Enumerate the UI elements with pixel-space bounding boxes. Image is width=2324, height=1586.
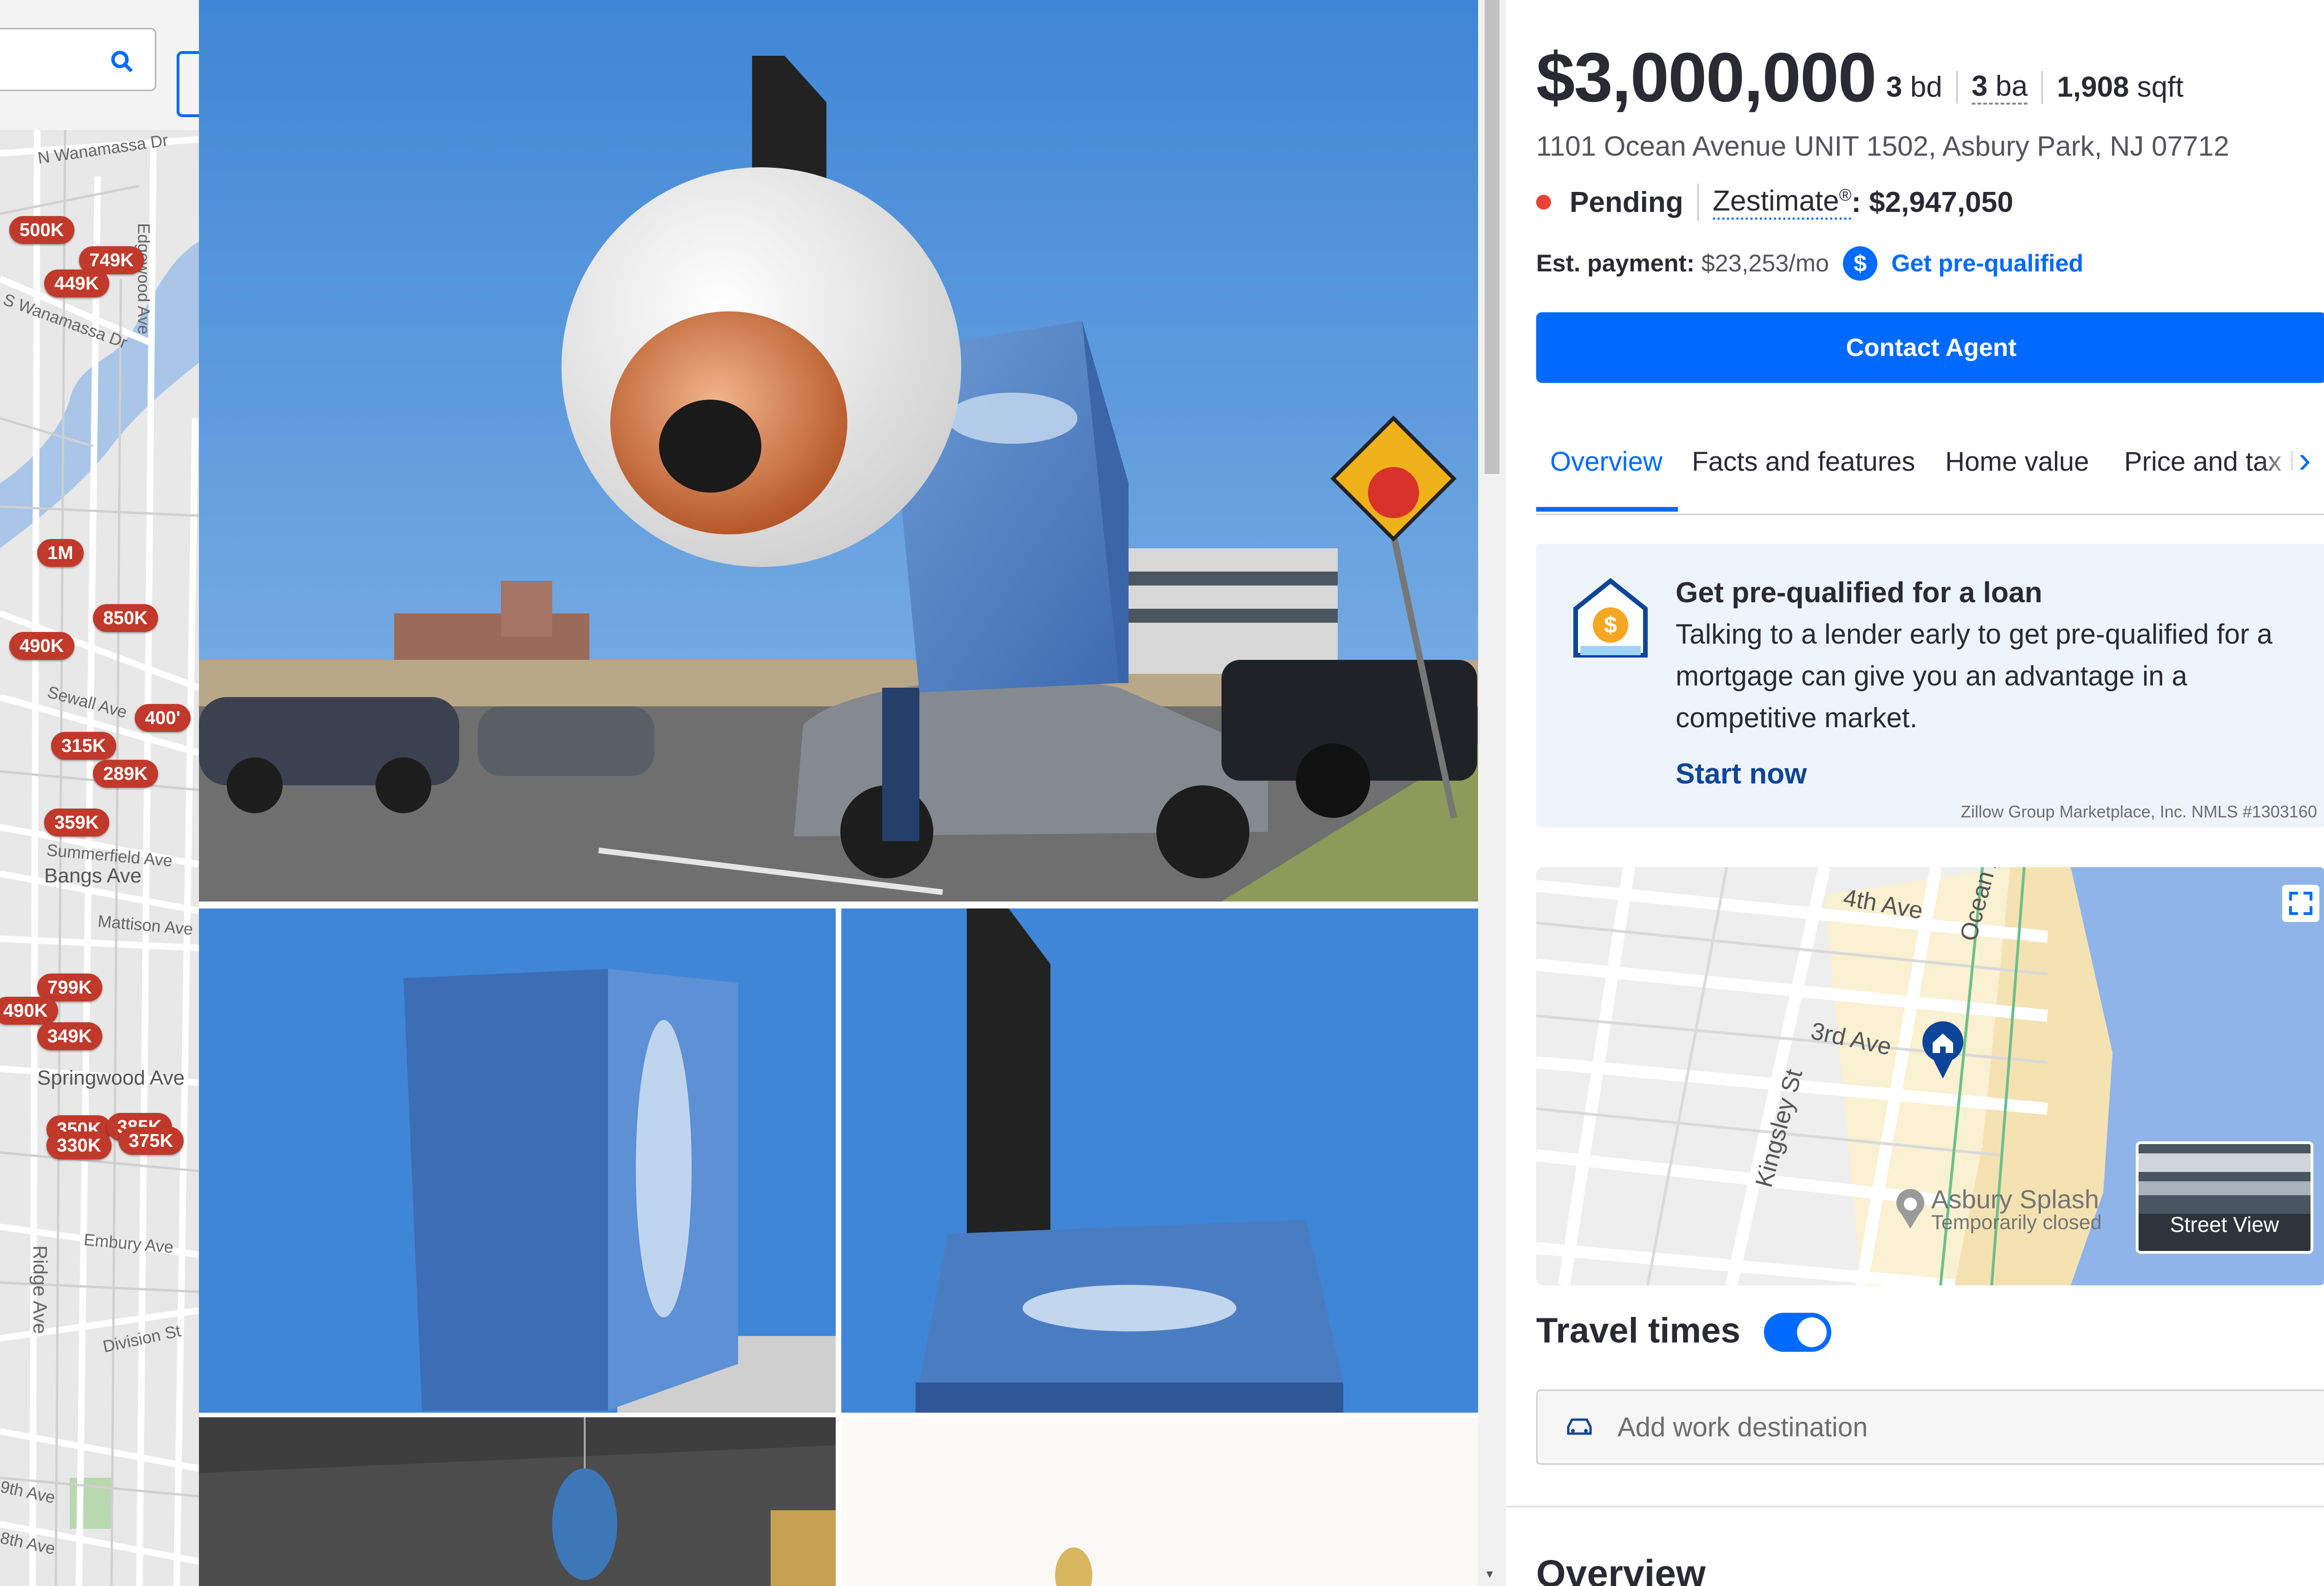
price-pin[interactable]: 449K: [44, 270, 109, 297]
zestimate-link[interactable]: Zestimate®: [1712, 184, 1852, 220]
price-pin[interactable]: 490K: [0, 997, 58, 1025]
start-now-link[interactable]: Start now: [1676, 757, 1807, 790]
map-search-input[interactable]: [0, 28, 156, 91]
detail-tabs: Overview Facts and features Home value P…: [1536, 416, 2324, 515]
map-filter-button[interactable]: [177, 51, 199, 117]
poi-marker-icon: [1896, 1189, 1924, 1229]
price-pin[interactable]: 315K: [51, 732, 116, 760]
car-icon: [1567, 1418, 1592, 1435]
street-view-label: Street View: [2170, 1212, 2279, 1237]
street-view-button[interactable]: Street View: [2136, 1141, 2313, 1254]
street-label: Ridge Ave: [29, 1245, 51, 1334]
status-row: Pending Zestimate® : $2,947,050: [1536, 184, 2013, 221]
page-scrollbar[interactable]: ▾: [1478, 0, 1506, 1586]
nmls-disclaimer: Zillow Group Marketplace, Inc. NMLS #130…: [1961, 802, 2317, 821]
status-text: Pending: [1570, 186, 1684, 218]
scroll-down-arrow-icon[interactable]: ▾: [1486, 1566, 1493, 1581]
map-search-bar: [0, 0, 199, 130]
listing-price: $3,000,000: [1536, 38, 1877, 116]
payment-row: Est. payment: $23,253/mo $ Get pre-quali…: [1536, 246, 2083, 281]
price-pin[interactable]: 490K: [9, 632, 74, 660]
price-pin[interactable]: 359K: [44, 809, 109, 836]
zestimate-label: Zestimate: [1712, 185, 1839, 217]
status-dot-icon: [1536, 195, 1551, 210]
price-pin[interactable]: 500K: [9, 216, 74, 244]
svg-text:$: $: [1604, 612, 1617, 638]
price-pin[interactable]: 400': [135, 704, 191, 732]
dollar-icon: $: [1843, 246, 1878, 281]
work-destination-input[interactable]: [1617, 1411, 2269, 1443]
poi-status: Temporarily closed: [1931, 1211, 2102, 1234]
travel-times-toggle[interactable]: [1764, 1313, 1831, 1352]
search-map[interactable]: N Wanamassa Dr S Wanamassa Dr Sewall Ave…: [0, 0, 199, 1586]
baths-tooltip[interactable]: 3 ba: [1971, 70, 2028, 105]
overview-heading: Overview: [1536, 1553, 1706, 1586]
divider: [2041, 71, 2043, 104]
hero-photo[interactable]: [199, 0, 1478, 902]
chevron-right-icon[interactable]: ›: [2298, 438, 2311, 481]
street-label: Bangs Ave: [44, 864, 142, 887]
get-prequalified-link[interactable]: Get pre-qualified: [1891, 250, 2083, 277]
price-pin[interactable]: 375K: [119, 1127, 184, 1155]
street-label: Springwood Ave: [37, 1066, 185, 1089]
price-pin[interactable]: 1M: [37, 539, 84, 567]
baths-unit: ba: [1995, 70, 2028, 102]
expand-map-button[interactable]: [2282, 885, 2319, 922]
loan-card-title: Get pre-qualified for a loan: [1676, 577, 2042, 609]
travel-times-heading: Travel times: [1536, 1311, 1741, 1350]
beds-value: 3: [1886, 71, 1902, 103]
tab-overview[interactable]: Overview: [1550, 446, 1663, 477]
price-pin[interactable]: 349K: [37, 1022, 102, 1050]
gallery-photo[interactable]: [841, 1417, 1478, 1586]
tab-home-value[interactable]: Home value: [1945, 446, 2089, 477]
price-pin[interactable]: 330K: [46, 1132, 112, 1159]
tab-facts-and-features[interactable]: Facts and features: [1692, 446, 1915, 477]
expand-icon: [2289, 892, 2312, 915]
photo-gallery: [199, 0, 1478, 1586]
payment-label: Est. payment:: [1536, 250, 1695, 277]
house-dollar-icon: $: [1573, 578, 1648, 658]
sqft-unit: sqft: [2137, 71, 2184, 103]
loan-card-body: Talking to a lender early to get pre-qua…: [1676, 619, 2273, 733]
scrollbar-thumb[interactable]: [1485, 0, 1499, 474]
price-pin[interactable]: 289K: [93, 760, 158, 788]
active-tab-indicator: [1536, 507, 1678, 512]
divider: [1956, 71, 1958, 104]
search-icon[interactable]: [108, 48, 136, 76]
work-destination-field[interactable]: [1536, 1389, 2324, 1465]
prequal-loan-card: $ Get pre-qualified for a loan Talking t…: [1536, 544, 2324, 827]
divider: [1697, 184, 1699, 221]
baths-value: 3: [1971, 70, 1988, 102]
beds-baths-sqft: 3 bd 3 ba 1,908 sqft: [1886, 70, 2184, 105]
beds-unit: bd: [1910, 71, 1942, 103]
location-map[interactable]: 4th Ave Ocean Av 3rd Ave Kingsley St Asb…: [1536, 867, 2324, 1285]
home-pin-icon[interactable]: [1920, 1020, 1966, 1081]
listing-details-panel: $3,000,000 3 bd 3 ba 1,908 sqft 1101 Oce…: [1506, 0, 2324, 1586]
street-label: Edgewood Ave: [134, 223, 153, 335]
poi-name: Asbury Splash: [1931, 1185, 2100, 1214]
gallery-photo[interactable]: [841, 908, 1478, 1413]
zestimate-value: : $2,947,050: [1851, 186, 2014, 218]
price-pin[interactable]: 850K: [93, 604, 158, 632]
poi-label: Asbury Splash Temporarily closed: [1931, 1185, 2102, 1234]
listing-address: 1101 Ocean Avenue UNIT 1502, Asbury Park…: [1536, 131, 2229, 162]
payment-value: $23,253/mo: [1701, 250, 1829, 277]
sqft-value: 1,908: [2057, 71, 2129, 103]
gallery-photo[interactable]: [199, 1417, 836, 1586]
gallery-photo[interactable]: [199, 908, 836, 1413]
toggle-knob: [1797, 1317, 1827, 1347]
section-divider: [1506, 1506, 2324, 1507]
contact-agent-button[interactable]: Contact Agent: [1536, 312, 2324, 383]
zestimate-registered: ®: [1839, 185, 1852, 204]
